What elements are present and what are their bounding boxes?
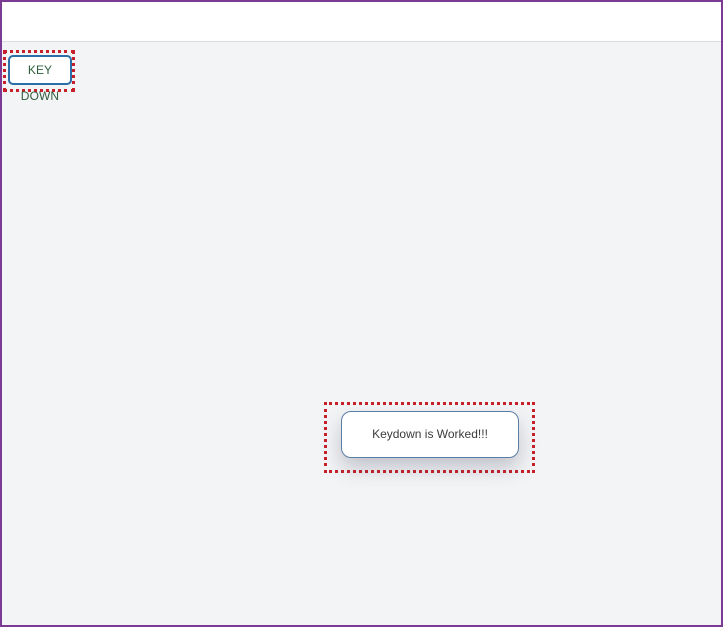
key-down-button[interactable]: KEY DOWN [8, 55, 72, 103]
top-bar [2, 2, 721, 42]
keydown-toast: Keydown is Worked!!! [341, 411, 519, 458]
app-frame: KEY DOWN Keydown is Worked!!! [0, 0, 723, 627]
